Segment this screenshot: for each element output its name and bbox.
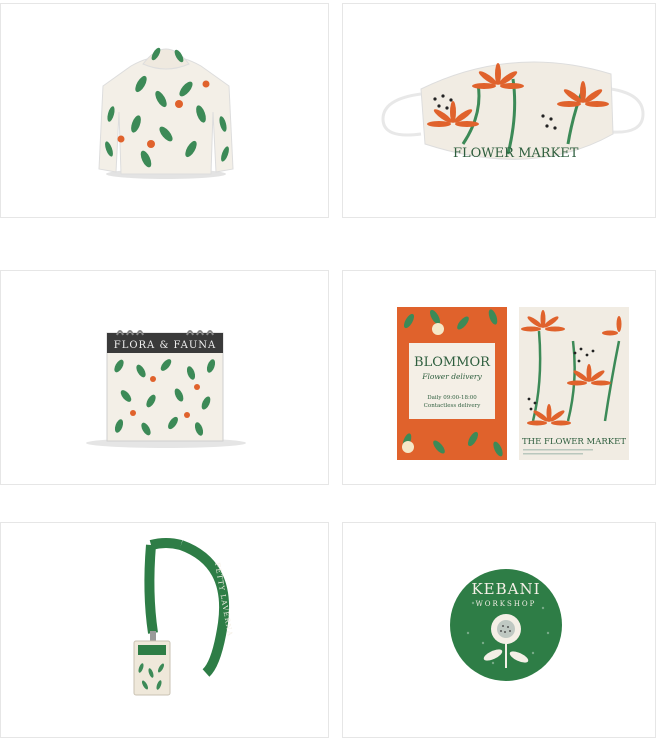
- product-card-desk-calendar[interactable]: FLORA & FAUNA: [0, 270, 329, 485]
- calendar-title: FLORA & FAUNA: [114, 340, 216, 351]
- product-card-round-sticker[interactable]: KEBANI WORKSHOP: [342, 522, 656, 738]
- mask-print-text: FLOWER MARKET: [453, 146, 579, 161]
- hoodie-image: [98, 47, 234, 179]
- poster-left-hours: Daily 09:00-18:00: [427, 395, 477, 401]
- posters-image: BLOMMOR Flower delivery Daily 09:00-18:0…: [397, 307, 629, 460]
- product-card-face-mask[interactable]: FLOWER MARKET: [342, 3, 656, 218]
- round-sticker-image: KEBANI WORKSHOP: [450, 569, 562, 681]
- poster-right-title: THE FLOWER MARKET: [522, 437, 626, 447]
- poster-left-subtitle: Flower delivery: [421, 372, 482, 381]
- poster-left-title: BLOMMOR: [414, 355, 491, 370]
- product-card-lanyard[interactable]: FETTY LAVERNA: [0, 522, 329, 738]
- product-card-posters[interactable]: BLOMMOR Flower delivery Daily 09:00-18:0…: [342, 270, 656, 485]
- desk-calendar-image: FLORA & FAUNA: [86, 330, 246, 448]
- poster-left-note: Contactless delivery: [424, 403, 482, 409]
- lanyard-image: FETTY LAVERNA: [133, 538, 234, 696]
- sticker-subtitle: WORKSHOP: [476, 600, 537, 608]
- product-card-hoodie[interactable]: [0, 3, 329, 218]
- sticker-title: KEBANI: [471, 580, 540, 598]
- face-mask-image: FLOWER MARKET: [381, 61, 645, 161]
